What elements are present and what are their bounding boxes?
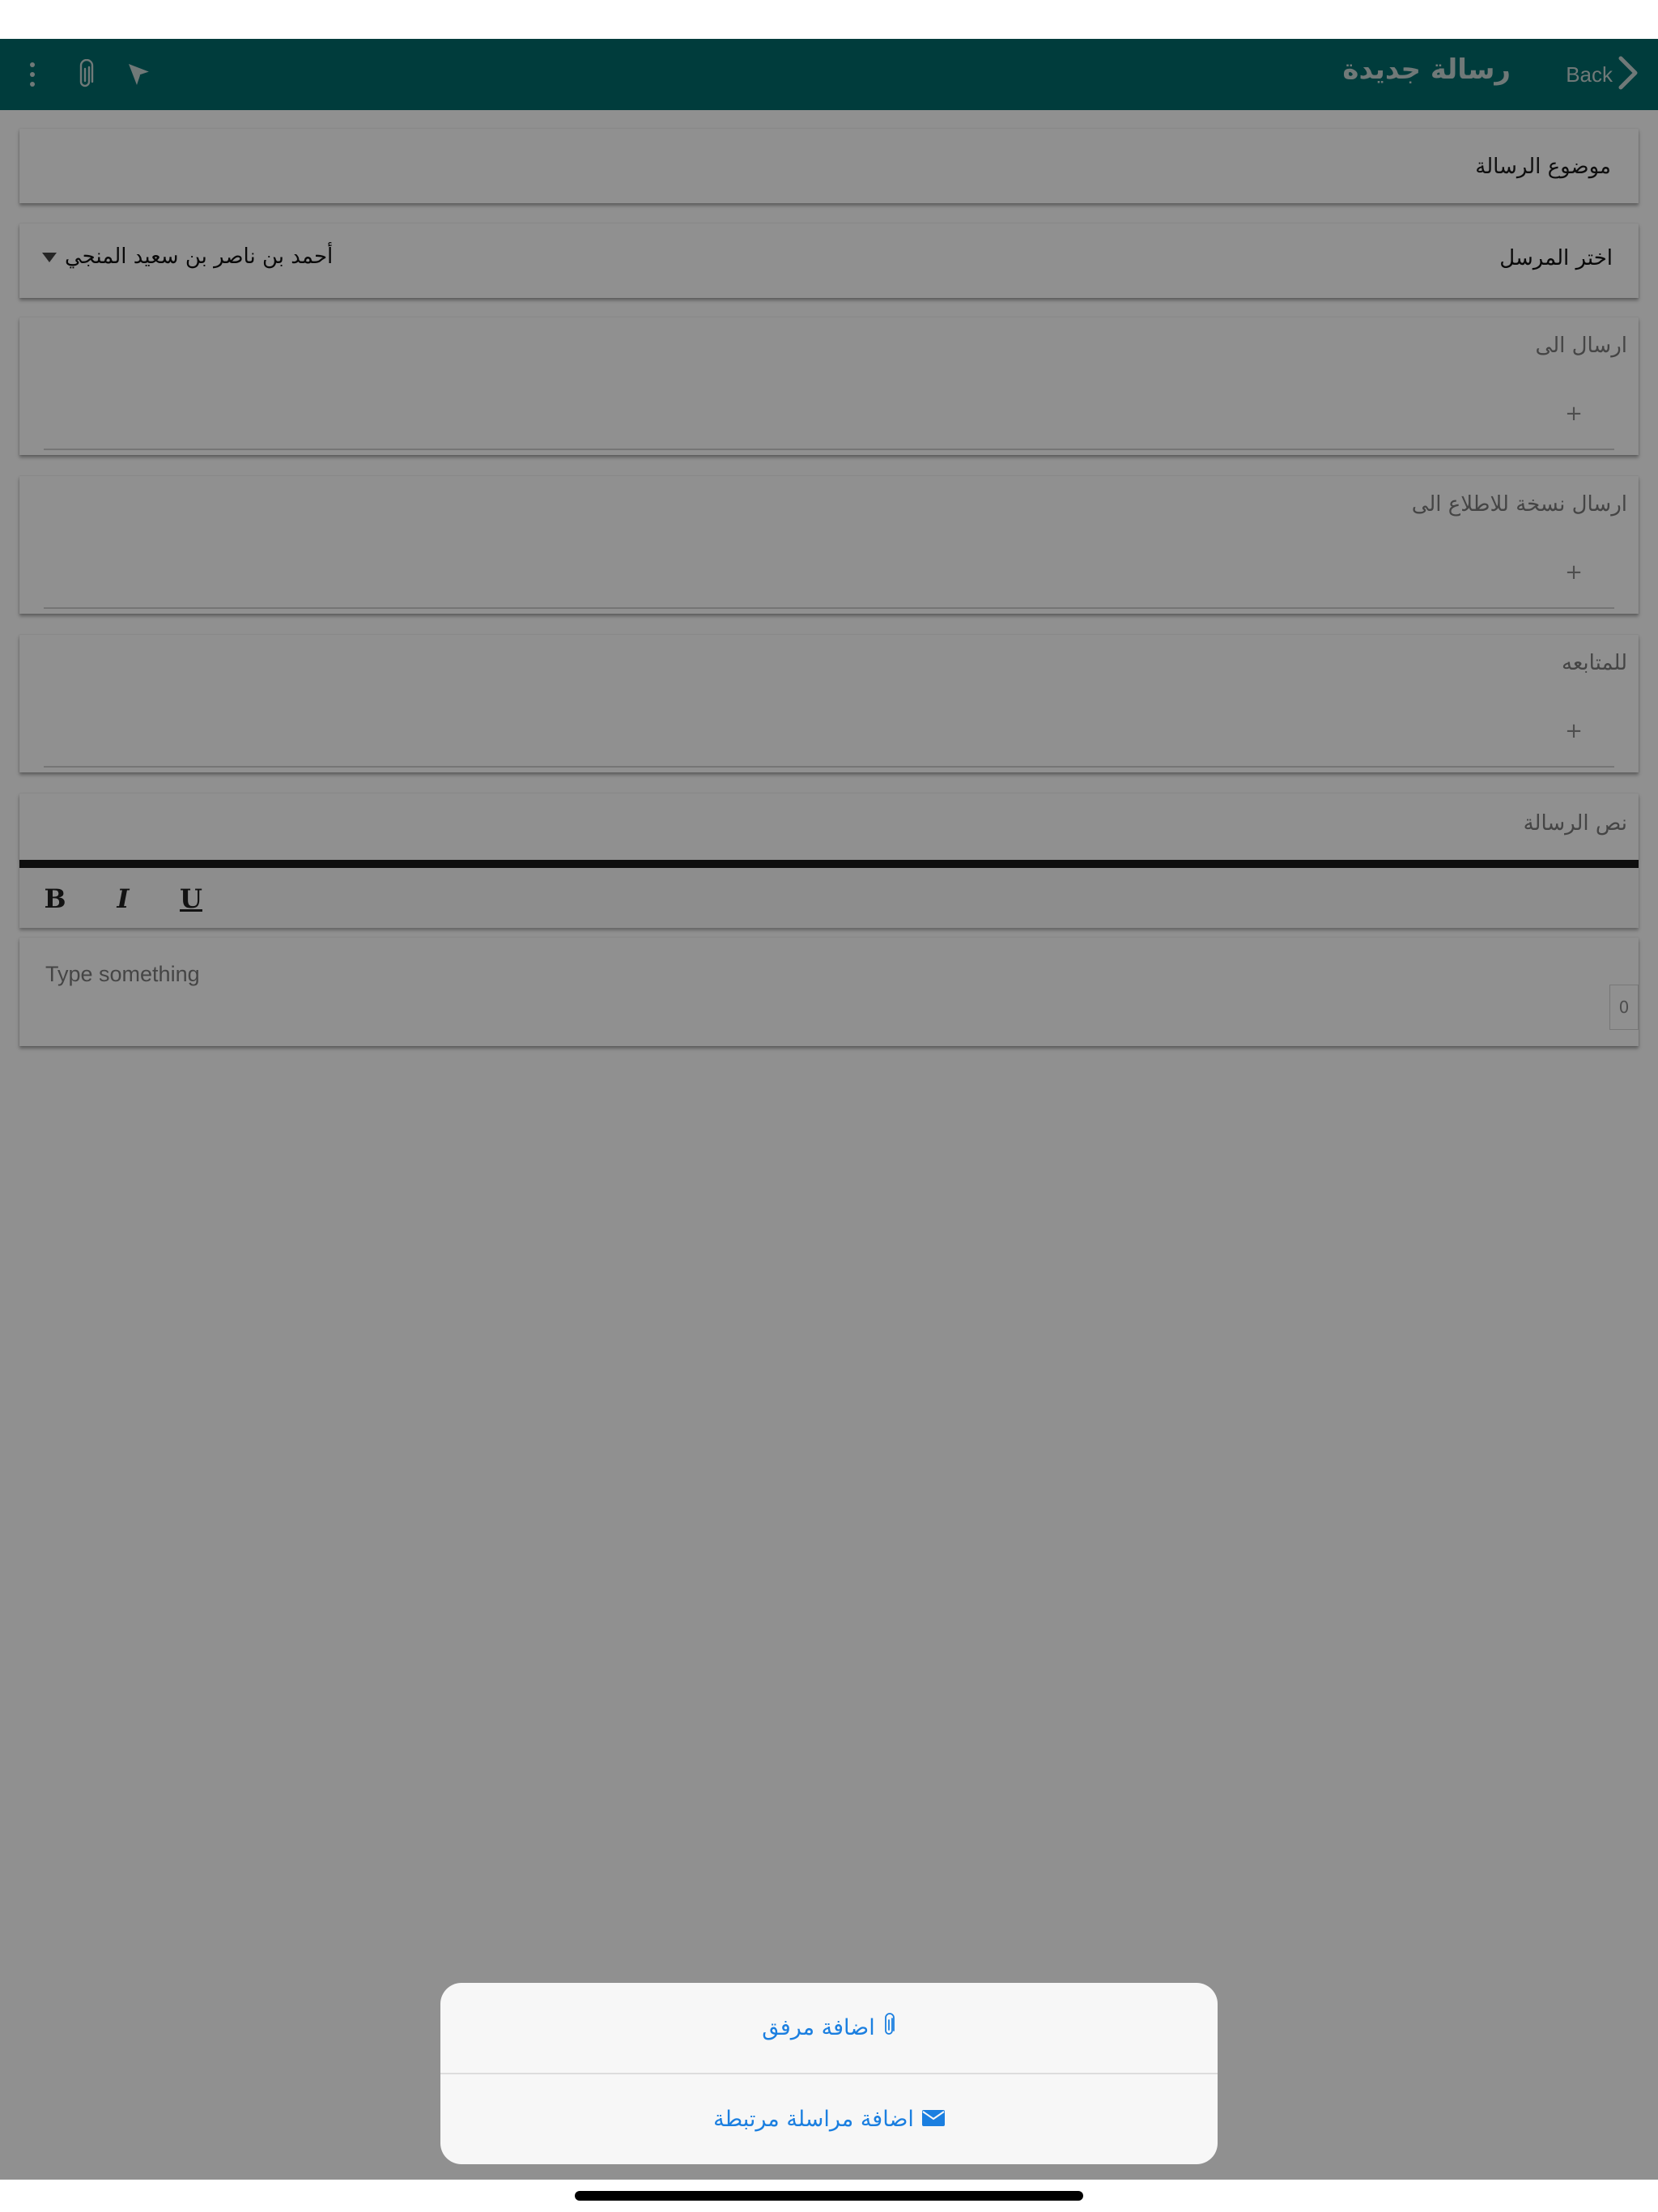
home-indicator bbox=[575, 2191, 1083, 2201]
add-linked-correspondence-button[interactable]: اضافة مراسلة مرتبطة bbox=[440, 2074, 1218, 2164]
status-bar bbox=[0, 0, 1658, 39]
envelope-icon bbox=[921, 2107, 945, 2132]
add-linked-correspondence-label: اضافة مراسلة مرتبطة bbox=[713, 2107, 914, 2132]
paperclip-icon bbox=[883, 2013, 896, 2043]
add-attachment-button[interactable]: اضافة مرفق bbox=[440, 1983, 1218, 2073]
add-attachment-label: اضافة مرفق bbox=[762, 2015, 875, 2040]
modal-backdrop[interactable] bbox=[0, 39, 1658, 2180]
action-sheet: اضافة مرفق اضافة مراسلة مرتبطة bbox=[440, 1983, 1218, 2164]
